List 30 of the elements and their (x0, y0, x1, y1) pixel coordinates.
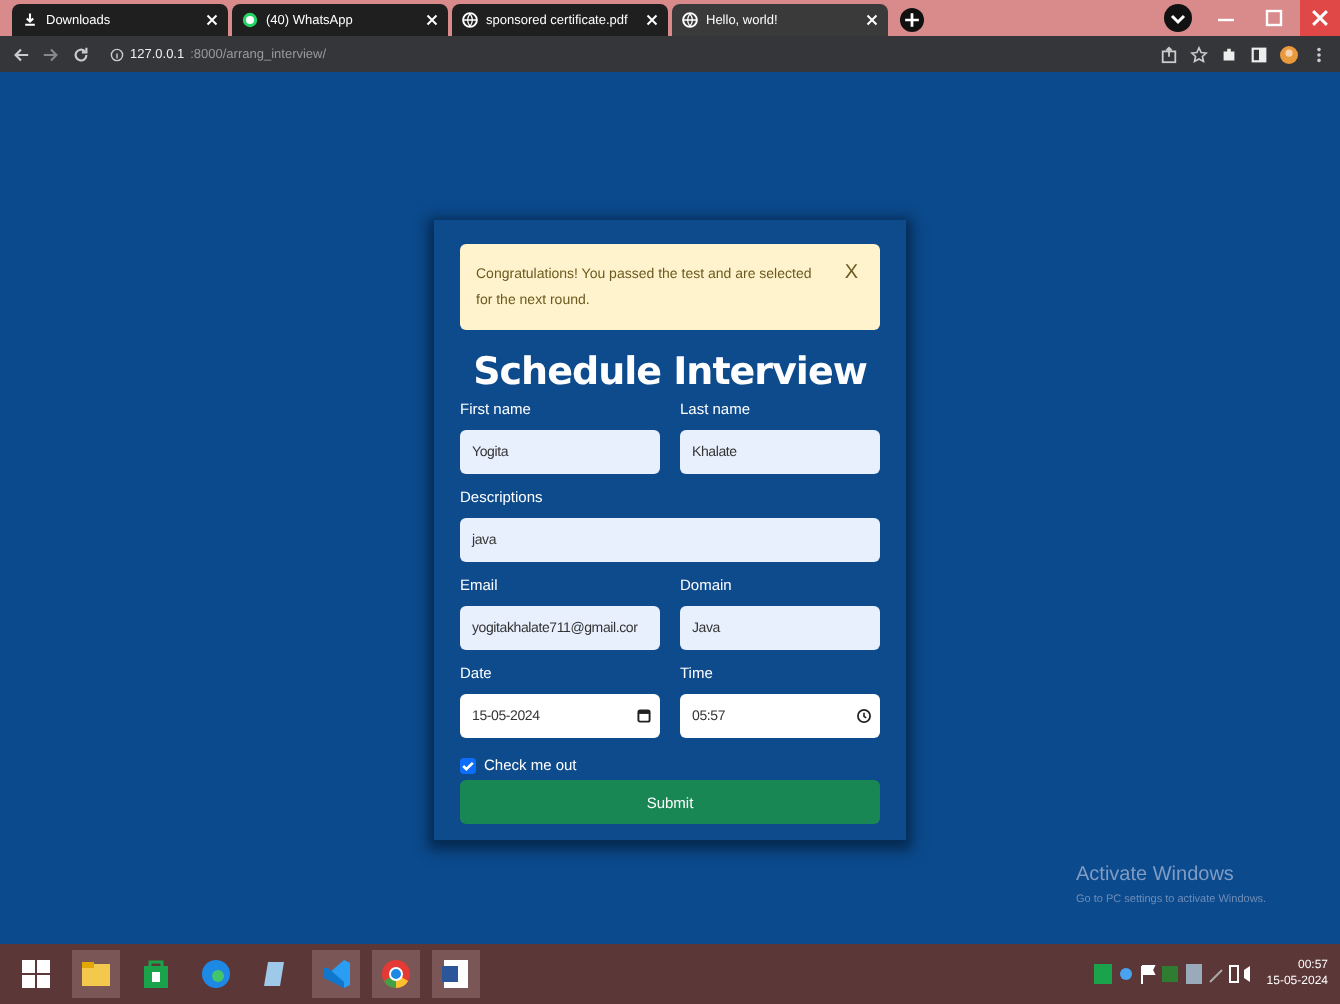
star-icon[interactable] (1190, 45, 1208, 63)
back-icon[interactable] (12, 45, 30, 63)
activation-title: Activate Windows (1076, 864, 1236, 886)
globe-icon (462, 12, 478, 28)
close-icon[interactable] (866, 14, 878, 26)
chrome-icon[interactable] (372, 950, 420, 998)
download-icon (22, 12, 38, 28)
new-tab-icon[interactable] (900, 8, 924, 32)
puzzle-icon[interactable] (1220, 45, 1238, 63)
sidebar-icon[interactable] (1250, 45, 1268, 63)
close-icon[interactable] (206, 14, 218, 26)
info-icon (110, 47, 124, 61)
close-icon[interactable] (646, 14, 658, 26)
form-title: Schedule Interview (471, 350, 869, 394)
close-button[interactable]: X (838, 262, 864, 284)
reload-icon[interactable] (72, 45, 90, 63)
forward-icon[interactable] (42, 45, 60, 63)
share-icon[interactable] (1160, 45, 1178, 63)
system-tray-icons[interactable] (1094, 962, 1255, 986)
maximize-icon[interactable] (1260, 4, 1288, 32)
globe-icon (682, 12, 698, 28)
document-icon[interactable] (432, 950, 480, 998)
calendar-icon[interactable] (636, 708, 652, 724)
close-icon[interactable] (426, 14, 438, 26)
avatar-icon[interactable] (1280, 45, 1298, 63)
chat-icon (242, 12, 258, 28)
clock-icon[interactable] (856, 708, 872, 724)
folder-icon[interactable] (72, 950, 120, 998)
checkbox[interactable] (460, 757, 476, 773)
dropdown-icon[interactable] (1164, 4, 1192, 32)
